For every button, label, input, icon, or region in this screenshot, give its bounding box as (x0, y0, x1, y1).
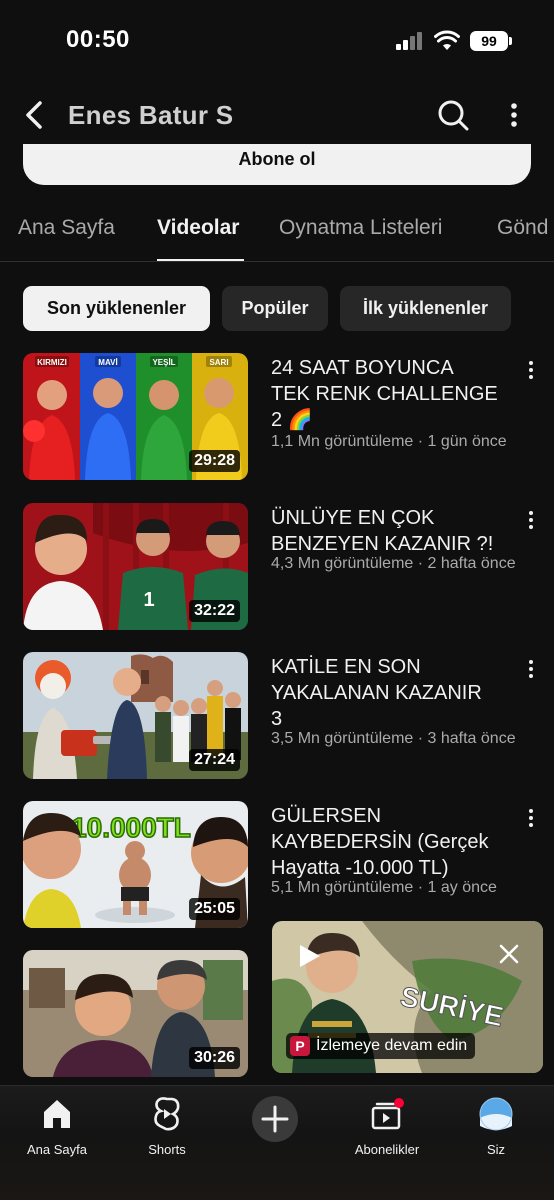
close-icon[interactable] (498, 943, 520, 965)
video-duration: 29:28 (189, 450, 240, 472)
channel-header: Enes Batur S (0, 90, 554, 140)
video-item[interactable]: 10.000TL 25:05 GÜLERSEN KAYBEDERSİN (Ger… (0, 801, 554, 931)
video-title-line: 24 SAAT BOYUNCA (271, 357, 454, 379)
tab-posts[interactable]: Gönd (497, 216, 548, 240)
continue-watching-label[interactable]: P İzlemeye devam edin (286, 1033, 476, 1059)
video-title-line: BENZEYEN KAZANIR ?! (271, 533, 494, 555)
subscriptions-icon (371, 1098, 404, 1130)
chip-oldest[interactable]: İlk yüklenenler (340, 286, 511, 331)
video-duration: 27:24 (189, 749, 240, 771)
back-arrow-icon[interactable] (20, 98, 52, 132)
shorts-icon (154, 1097, 180, 1131)
subscribe-button[interactable]: Abone ol (23, 144, 531, 185)
channel-title: Enes Batur S (68, 100, 234, 130)
thumb-text: 10.000TL (71, 812, 191, 843)
video-duration: 30:26 (189, 1047, 240, 1069)
video-thumbnail[interactable]: 1 32:22 (23, 503, 248, 630)
nav-shorts-label: Shorts (148, 1142, 186, 1157)
video-title-line: KATİLE EN SON (271, 656, 421, 678)
mini-player[interactable]: SURİYE P İzlemeye devam edin (272, 921, 543, 1073)
video-title-line: GÜLERSEN (271, 805, 382, 827)
bottom-navigation: Ana Sayfa Shorts Abonelikler Siz (0, 1085, 554, 1200)
video-title[interactable]: 24 SAAT BOYUNCA TEK RENK CHALLENGE 2 🌈 (271, 355, 521, 433)
video-title-line: KAYBEDERSİN (Gerçek (271, 831, 489, 853)
video-more-icon[interactable] (522, 359, 540, 381)
thumb-label-blue: MAVİ (98, 358, 117, 367)
cellular-signal-icon (396, 32, 424, 50)
premium-badge: P (290, 1036, 310, 1056)
channel-tabs: Ana Sayfa Videolar Oynatma Listeleri Gön… (0, 196, 554, 262)
video-more-icon[interactable] (522, 509, 540, 531)
svg-text:1: 1 (143, 589, 154, 611)
chip-popular[interactable]: Popüler (222, 286, 328, 331)
video-meta: 1,1 Mn görüntüleme · 1 gün önce (271, 433, 507, 450)
plus-icon (261, 1105, 289, 1133)
video-item[interactable]: 1 32:22 ÜNLÜYE EN ÇOK BENZEYEN KAZANIR ?… (0, 503, 554, 633)
video-title-line: TEK RENK CHALLENGE (271, 383, 498, 405)
video-title-line: YAKALANAN KAZANIR (271, 682, 482, 704)
video-item[interactable]: KIRMIZI MAVİ YEŞİL SARI 29:28 24 SAAT BO… (0, 353, 554, 483)
thumb-label-green: YEŞİL (152, 358, 175, 367)
video-more-icon[interactable] (522, 658, 540, 680)
active-tab-indicator (157, 259, 244, 261)
video-title[interactable]: KATİLE EN SON YAKALANAN KAZANIR 3 (271, 654, 521, 732)
thumb-label-yellow: SARI (209, 358, 228, 367)
video-duration: 25:05 (189, 898, 240, 920)
video-title-line: ÜNLÜYE EN ÇOK (271, 507, 435, 529)
video-thumbnail[interactable]: KIRMIZI MAVİ YEŞİL SARI 29:28 (23, 353, 248, 480)
video-title[interactable]: ÜNLÜYE EN ÇOK BENZEYEN KAZANIR ?! (271, 505, 521, 557)
wifi-icon (434, 30, 460, 50)
video-title-line: Hayatta -10.000 TL) (271, 857, 449, 879)
video-duration: 32:22 (189, 600, 240, 622)
tab-home[interactable]: Ana Sayfa (18, 216, 115, 240)
thumb-label-red: KIRMIZI (37, 358, 67, 367)
video-thumbnail[interactable]: 10.000TL 25:05 (23, 801, 248, 928)
battery-icon: 99 (470, 31, 512, 51)
avatar (479, 1097, 513, 1131)
nav-you-label: Siz (486, 1142, 506, 1157)
nav-subscriptions-label: Abonelikler (354, 1142, 420, 1157)
video-title[interactable]: GÜLERSEN KAYBEDERSİN (Gerçek Hayatta -10… (271, 803, 521, 881)
video-meta: 4,3 Mn görüntüleme · 2 hafta önce (271, 555, 516, 572)
video-meta: 5,1 Mn görüntüleme · 1 ay önce (271, 879, 497, 896)
nav-shorts[interactable]: Shorts (122, 1096, 212, 1157)
video-thumbnail[interactable]: 27:24 (23, 652, 248, 779)
tab-playlists[interactable]: Oynatma Listeleri (279, 216, 442, 240)
tab-videos[interactable]: Videolar (157, 216, 239, 240)
nav-subscriptions[interactable]: Abonelikler (342, 1096, 432, 1157)
nav-home[interactable]: Ana Sayfa (12, 1096, 102, 1157)
video-thumbnail[interactable]: 30:26 (23, 950, 248, 1077)
status-time: 00:50 (66, 26, 130, 53)
nav-you[interactable]: Siz (451, 1096, 541, 1157)
more-options-icon[interactable] (500, 98, 528, 132)
video-title-line: 3 (271, 708, 283, 730)
video-title-line: 2 🌈 (271, 409, 313, 431)
video-meta: 3,5 Mn görüntüleme · 3 hafta önce (271, 730, 516, 747)
home-icon (44, 1100, 70, 1128)
chip-latest[interactable]: Son yüklenenler (23, 286, 210, 331)
create-button[interactable] (252, 1096, 298, 1142)
video-more-icon[interactable] (522, 807, 540, 829)
continue-watching-text: İzlemeye devam edin (316, 1037, 468, 1054)
status-bar: 00:50 99 (0, 0, 554, 84)
play-icon[interactable] (296, 943, 322, 969)
video-item[interactable]: 27:24 KATİLE EN SON YAKALANAN KAZANIR 3 … (0, 652, 554, 782)
nav-home-label: Ana Sayfa (27, 1142, 87, 1157)
search-icon[interactable] (436, 98, 470, 132)
